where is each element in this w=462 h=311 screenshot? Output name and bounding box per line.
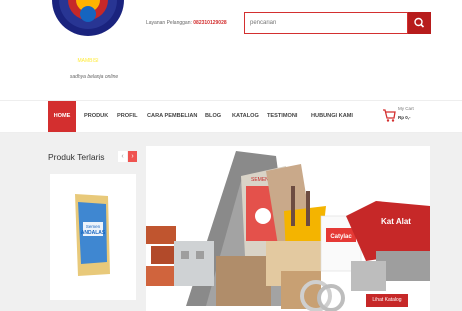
paint-label: Catylac <box>330 234 352 240</box>
carousel-next-button[interactable]: › <box>128 151 137 162</box>
search-button[interactable] <box>408 12 431 34</box>
search-input[interactable] <box>244 12 408 34</box>
cement-bag-image: Semen ANDALAS <box>75 194 110 276</box>
product-card[interactable]: Semen ANDALAS <box>50 174 136 300</box>
cart-label: My Cart <box>398 106 414 111</box>
tagline: sadhya belanja online <box>69 74 119 80</box>
contact-phone[interactable]: 082310129028 <box>193 20 226 26</box>
nav-item-profil[interactable]: PROFIL <box>117 101 138 132</box>
product-brand: Semen <box>86 224 101 229</box>
nav-item-testimoni[interactable]: TESTIMONI <box>267 101 297 132</box>
contact-label: Layanan Pelanggan: <box>146 20 192 26</box>
company-logo[interactable]: MAMBISI <box>48 0 128 72</box>
search-bar <box>244 12 431 34</box>
best-sellers-title: Produk Terlaris <box>48 152 105 162</box>
carousel-prev-button[interactable]: ‹ <box>118 151 127 162</box>
bag-label: SEMEN <box>251 177 269 183</box>
hero-banner[interactable]: SEMEN Catylac Kat Alat <box>146 146 430 311</box>
shopping-cart[interactable]: My Cart Rp 0,- <box>382 105 442 127</box>
shopping-cart-icon <box>383 109 396 122</box>
sign-label: Kat Alat <box>381 217 411 226</box>
site-header: MAMBISI sadhya belanja online Layanan Pe… <box>0 0 462 95</box>
nav-item-katalog[interactable]: KATALOG <box>232 101 259 132</box>
view-catalog-button[interactable]: Lihat Katalog <box>366 294 408 307</box>
customer-service-contact: Layanan Pelanggan: 082310129028 <box>146 20 227 26</box>
nav-item-produk[interactable]: PRODUK <box>84 101 108 132</box>
nav-item-blog[interactable]: BLOG <box>205 101 221 132</box>
nav-item-hubungi-kami[interactable]: HUBUNGI KAMI <box>311 101 353 132</box>
logo-text: MAMBISI <box>77 58 98 64</box>
building-materials-illustration: SEMEN Catylac Kat Alat <box>146 146 430 311</box>
magnifier-icon <box>414 17 425 28</box>
product-name: ANDALAS <box>81 230 106 236</box>
nav-item-cara-pembelian[interactable]: CARA PEMBELIAN <box>147 101 197 132</box>
cart-total: Rp 0,- <box>398 115 411 120</box>
nav-item-home[interactable]: HOME <box>48 101 76 132</box>
